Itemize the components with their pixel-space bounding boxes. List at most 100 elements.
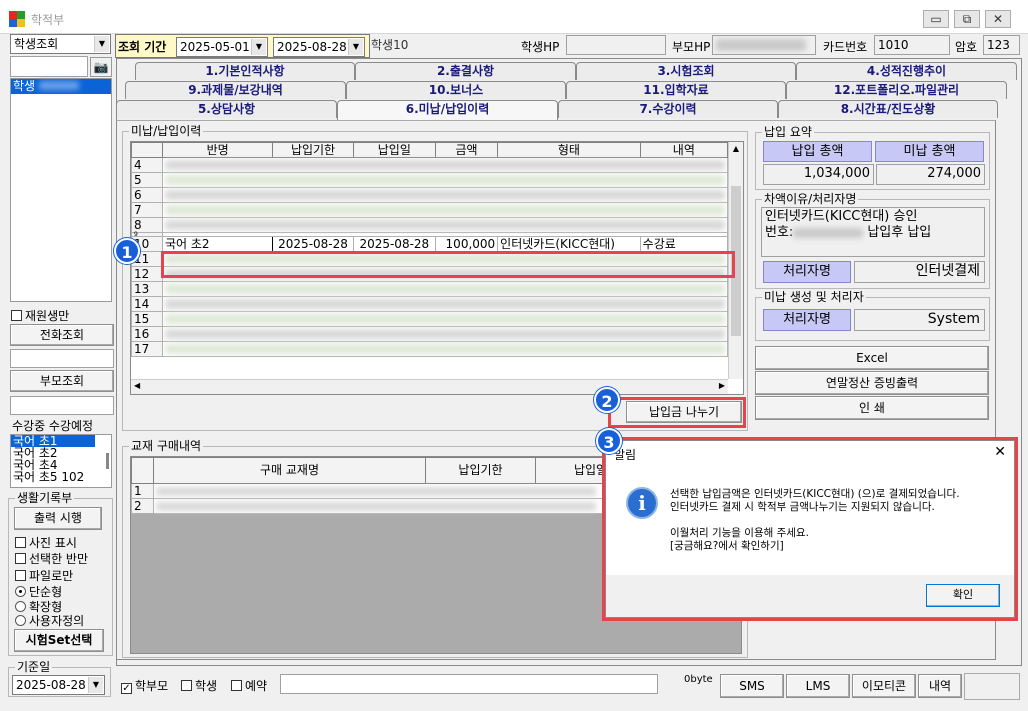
blurred-text — [165, 284, 725, 294]
horizontal-scrollbar[interactable]: ◀ ▶ — [131, 379, 728, 394]
byte-counter: 0byte — [684, 674, 713, 685]
parent-checkbox[interactable]: ✓ 학부모 — [121, 677, 168, 694]
handler2-label: 처리자명 — [763, 309, 851, 331]
tab-counseling[interactable]: 5.상담사항 — [116, 100, 337, 118]
blurred-text — [39, 81, 80, 90]
year-end-button[interactable]: 연말정산 증빙출력 — [755, 371, 989, 395]
print-record-button[interactable]: 출력 시행 — [14, 507, 102, 530]
table-row[interactable]: 8 — [131, 217, 728, 233]
close-button[interactable]: ✕ — [985, 10, 1011, 28]
excel-button[interactable]: Excel — [755, 346, 989, 370]
blurred-text — [165, 344, 725, 354]
photo-checkbox[interactable]: 사진 표시 — [15, 534, 77, 551]
selected-class-checkbox[interactable]: 선택한 반만 — [15, 550, 88, 567]
rejoin-checkbox[interactable]: 재원생만 — [11, 307, 69, 324]
diff-reason-text[interactable]: 인터넷카드(KICC현대) 승인 번호: 납입후 납입 — [761, 207, 985, 257]
table-row[interactable]: 6 — [131, 187, 728, 203]
table-row[interactable]: 1 — [131, 483, 646, 499]
table-row[interactable]: 5 — [131, 172, 728, 188]
message-input[interactable] — [280, 674, 658, 694]
tab-exam[interactable]: 3.시험조회 — [576, 62, 796, 80]
history-button[interactable]: 내역 — [918, 674, 962, 698]
phone-search-button[interactable]: 전화조회 — [10, 324, 114, 346]
table-row[interactable]: 14 — [131, 296, 728, 312]
column-header[interactable]: 구매 교재명 — [153, 457, 426, 484]
course-list[interactable]: 국어 초1 국어 초2 국어 초4 국어 초5 102 — [10, 434, 112, 488]
list-item-selected[interactable]: 학생 — [11, 79, 111, 94]
split-button-highlight — [608, 397, 746, 428]
scroll-right-icon[interactable]: ▶ — [719, 381, 725, 390]
reserve-checkbox[interactable]: 예약 — [231, 677, 267, 694]
column-header[interactable]: 납입기한 — [425, 457, 536, 484]
chevron-down-icon: ▼ — [251, 39, 266, 55]
tab-grade-trend[interactable]: 4.성적진행추이 — [796, 62, 1017, 80]
date-to-select[interactable]: 2025-08-28 ▼ — [273, 37, 365, 57]
column-header[interactable]: 납입기한 — [272, 142, 354, 158]
parent-search-button[interactable]: 부모조회 — [10, 370, 114, 392]
radio-icon — [15, 601, 26, 612]
exam-set-button[interactable]: 시험Set선택 — [14, 629, 104, 652]
column-header[interactable]: 금액 — [434, 142, 499, 158]
blurred-text — [793, 227, 864, 238]
parent-input[interactable] — [10, 396, 114, 415]
student-search-input[interactable] — [10, 56, 88, 77]
password-field[interactable]: 123 — [983, 35, 1020, 55]
scrollbar-thumb[interactable] — [731, 186, 741, 336]
password-label: 암호 — [955, 40, 978, 54]
table-row[interactable]: 17 — [131, 341, 728, 357]
tab-portfolio[interactable]: 12.포트폴리오.파일관리 — [786, 81, 1007, 99]
tab-attendance[interactable]: 2.출결사항 — [355, 62, 576, 80]
emoticon-button[interactable]: 이모티콘 — [852, 674, 916, 698]
date-from-select[interactable]: 2025-05-01 ▼ — [176, 37, 268, 57]
column-header[interactable]: 내역 — [639, 142, 729, 158]
table-row[interactable]: 2 — [131, 498, 646, 514]
print-button[interactable]: 인 쇄 — [755, 396, 989, 420]
row-highlight-box — [161, 251, 735, 278]
student-checkbox[interactable]: 학생 — [181, 677, 217, 694]
sms-button[interactable]: SMS — [720, 674, 784, 698]
column-header[interactable]: 형태 — [497, 142, 641, 158]
phone-input[interactable] — [10, 349, 114, 368]
chevron-down-icon: ▼ — [94, 36, 109, 52]
column-header[interactable]: 반명 — [161, 142, 274, 158]
table-row[interactable]: 15 — [131, 311, 728, 327]
radio-icon — [15, 586, 26, 597]
base-date-select[interactable]: 2025-08-28 ▼ — [12, 675, 105, 695]
card-number-label: 카드번호 — [823, 40, 868, 54]
maximize-button[interactable]: ⧉ — [954, 10, 980, 28]
highlighted-payment-row[interactable]: 10 국어 초2 2025-08-28 2025-08-28 100,000 인… — [131, 236, 729, 252]
student-hp-field[interactable] — [566, 35, 666, 55]
column-header[interactable]: 납입일 — [352, 142, 436, 158]
tab-payment-history[interactable]: 6.미납/납입이력 — [337, 100, 558, 121]
tab-homework[interactable]: 9.과제물/보강내역 — [125, 81, 346, 99]
annotation-badge-2: 2 — [594, 387, 620, 413]
lms-button[interactable]: LMS — [786, 674, 850, 698]
parent-hp-field[interactable] — [712, 35, 816, 55]
tab-admission[interactable]: 11.입학자료 — [566, 81, 786, 99]
table-row[interactable]: 4 — [131, 157, 728, 173]
handler-label: 처리자명 — [763, 261, 851, 283]
search-mode-select[interactable]: 학생조회 ▼ — [10, 34, 111, 54]
blurred-text — [165, 160, 725, 170]
blurred-text — [165, 299, 725, 309]
card-number-field[interactable]: 1010 — [874, 35, 950, 55]
table-row[interactable]: 13 — [131, 281, 728, 297]
custom-radio[interactable]: 사용자정의 — [15, 612, 84, 629]
student-list[interactable]: 학생 — [10, 78, 112, 302]
scrollbar-thumb[interactable] — [106, 453, 109, 469]
tab-basic-info[interactable]: 1.기본인적사항 — [135, 62, 355, 80]
tab-timetable[interactable]: 8.시간표/진도상황 — [778, 100, 998, 118]
scroll-left-icon[interactable]: ◀ — [134, 381, 140, 390]
file-only-checkbox[interactable]: 파일로만 — [15, 567, 73, 584]
annotation-badge-1: 1 — [114, 238, 140, 264]
tab-bonus[interactable]: 10.보너스 — [346, 81, 566, 99]
annotation-badge-3: 3 — [596, 428, 622, 454]
table-row[interactable]: 7 — [131, 202, 728, 218]
tab-course-history[interactable]: 7.수강이력 — [558, 100, 778, 118]
course-item[interactable]: 국어 초5 102 — [11, 471, 111, 483]
scroll-up-icon[interactable]: ▲ — [729, 142, 743, 156]
camera-icon[interactable]: 📷 — [90, 57, 112, 77]
minimize-button[interactable]: ▭ — [923, 10, 949, 28]
table-row[interactable]: 16 — [131, 326, 728, 342]
blurred-text — [165, 175, 725, 185]
